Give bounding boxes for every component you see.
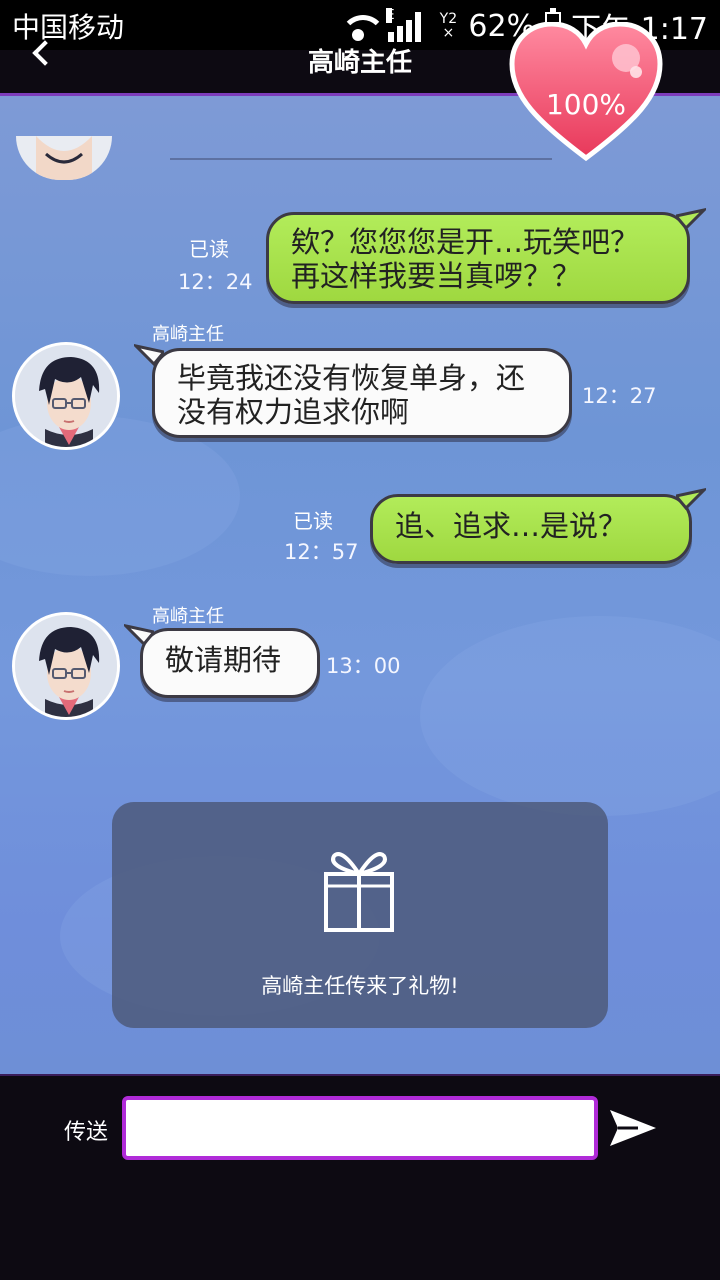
- message-input-bar: 传送: [0, 1074, 720, 1280]
- message-bubble-sent: 欸？您您您是开…玩笑吧？ 再这样我要当真啰？？: [266, 212, 690, 304]
- affection-heart: 100%: [508, 21, 664, 162]
- background-cloud: [420, 616, 720, 816]
- message-time: 12：24: [178, 270, 253, 294]
- bubble-tail: [676, 488, 706, 510]
- message-bubble-received: 敬请期待: [140, 628, 320, 698]
- gift-icon: [324, 852, 394, 932]
- read-receipt: 已读: [282, 508, 344, 534]
- send-arrow-icon[interactable]: [608, 1106, 658, 1150]
- bubble-tail: [134, 344, 164, 366]
- sim-icon: Y2 ×: [439, 11, 458, 41]
- send-label: 传送: [64, 1120, 109, 1145]
- read-receipt: 已读: [176, 236, 242, 262]
- message-input[interactable]: [122, 1096, 598, 1160]
- gift-notification-card[interactable]: 高崎主任传来了礼物!: [112, 802, 608, 1028]
- bubble-tail: [676, 208, 706, 230]
- sim-label: Y2: [439, 11, 458, 27]
- message-line: 没有权力追求你啊: [177, 395, 410, 429]
- message-time: 13：00: [326, 654, 401, 678]
- message-line: 敬请期待: [165, 643, 282, 677]
- message-line: 毕竟我还没有恢复单身，还: [177, 361, 526, 395]
- bubble-tail: [124, 624, 154, 646]
- affection-percent: 100%: [545, 88, 627, 121]
- message-line: 追、追求…是说？: [395, 509, 628, 543]
- gift-message: 高崎主任传来了礼物!: [261, 974, 459, 998]
- sender-name: 高崎主任: [152, 606, 224, 627]
- message-bubble-sent: 追、追求…是说？: [370, 494, 692, 564]
- read-label: 已读: [293, 509, 333, 533]
- message-divider: [170, 158, 552, 160]
- avatar[interactable]: [12, 612, 120, 720]
- sender-name: 高崎主任: [152, 324, 224, 345]
- carrier-name: 中国移动: [12, 11, 125, 44]
- avatar[interactable]: [12, 342, 120, 450]
- chat-area[interactable]: 已读 12：24 欸？您您您是开…玩笑吧？ 再这样我要当真啰？？ 高崎主任 毕竟…: [0, 96, 720, 1074]
- wifi-icon: [338, 11, 387, 41]
- read-label: 已读: [189, 237, 229, 261]
- cell-signal-icon: E: [386, 8, 428, 42]
- message-line: 再这样我要当真啰？？: [291, 259, 582, 293]
- message-line: 欸？您您您是开…玩笑吧？: [291, 225, 640, 259]
- message-time: 12：57: [284, 540, 359, 564]
- message-time: 12：27: [582, 384, 657, 408]
- message-bubble-received: 毕竟我还没有恢复单身，还 没有权力追求你啊: [152, 348, 572, 438]
- avatar: [16, 136, 112, 180]
- signal-type-label: E: [386, 8, 395, 23]
